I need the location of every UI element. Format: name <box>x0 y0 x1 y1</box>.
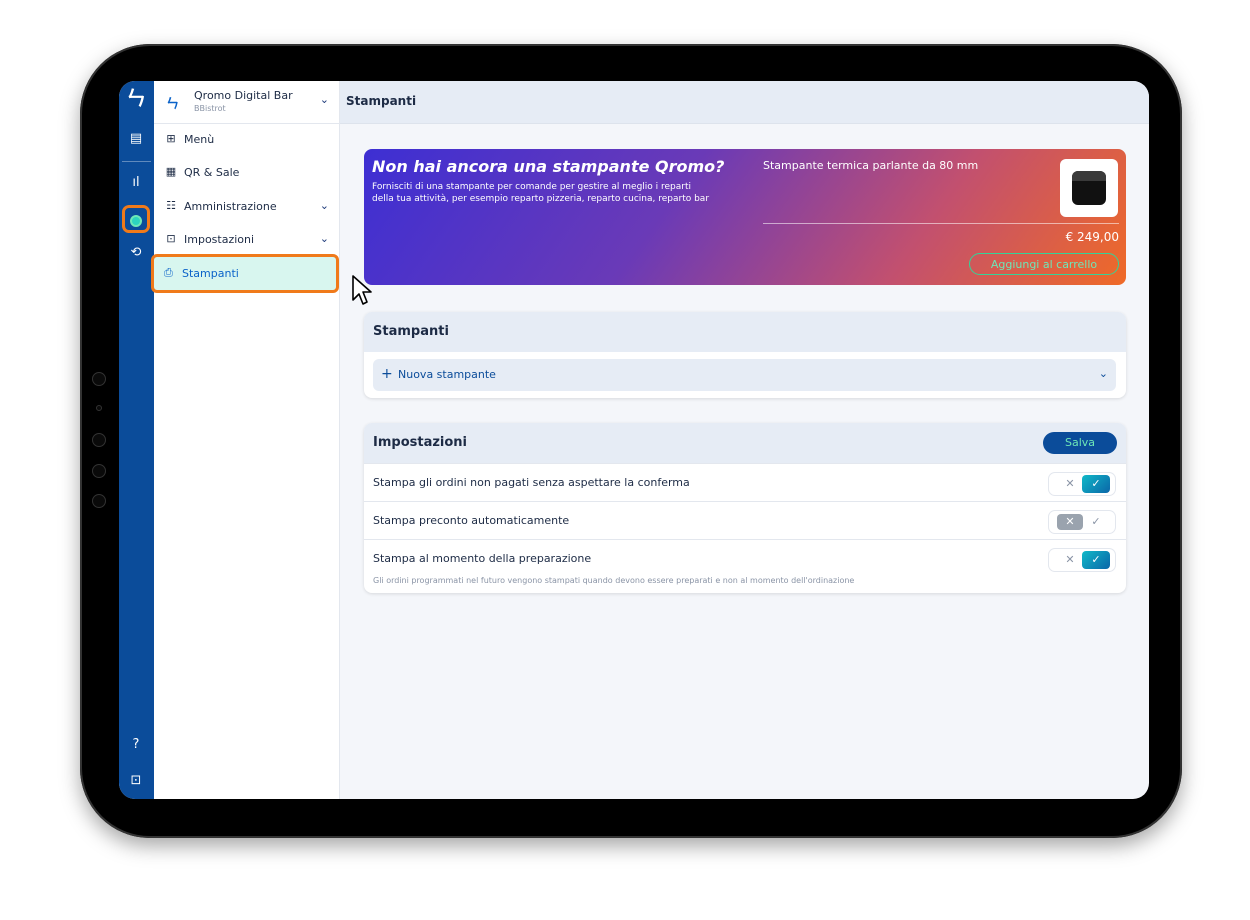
setting-toggle[interactable]: ✕ ✓ <box>1049 549 1115 571</box>
qromo-logo-icon[interactable]: ㄣ <box>125 87 147 109</box>
sidebar-item-qr-sale[interactable]: ▦ QR & Sale <box>154 158 339 188</box>
new-printer-row[interactable]: + Nuova stampante ⌄ <box>373 359 1116 391</box>
sidebar-item-stampanti[interactable]: ⎙ Stampanti <box>151 254 339 293</box>
chevron-down-icon: ⌄ <box>319 199 329 212</box>
sidebar-item-impostazioni[interactable]: ⊡ Impostazioni ⌄ <box>154 225 339 255</box>
settings-rail-icon[interactable] <box>122 205 150 233</box>
printers-card-title: Stampanti <box>373 324 449 339</box>
support-icon[interactable]: ⊡ <box>126 771 146 791</box>
printer-icon: ⎙ <box>164 266 173 279</box>
stats-icon[interactable]: ıl <box>126 173 146 193</box>
menu-book-icon: ⊞ <box>166 132 176 145</box>
promo-banner: Non hai ancora una stampante Qromo? Forn… <box>364 149 1126 285</box>
sidebar-item-menu[interactable]: ⊞ Menù <box>154 125 339 155</box>
setting-row: Stampa preconto automaticamente ✕ ✓ <box>364 501 1126 540</box>
sidebar-item-label: QR & Sale <box>184 166 240 179</box>
setting-label: Stampa gli ordini non pagati senza aspet… <box>373 476 690 489</box>
sensor-dot <box>96 405 102 411</box>
settings-icon: ⊡ <box>166 232 176 245</box>
check-icon: ✓ <box>1082 475 1110 493</box>
close-icon: ✕ <box>1057 514 1083 530</box>
page-title: Stampanti <box>346 94 417 108</box>
check-icon: ✓ <box>1091 515 1101 528</box>
setting-toggle[interactable]: ✕ ✓ <box>1049 511 1115 533</box>
workspace-subtitle: BBistrot <box>194 104 226 113</box>
settings-card-header: Impostazioni Salva <box>364 423 1126 463</box>
close-icon: ✕ <box>1065 477 1075 490</box>
rail-divider <box>122 161 151 162</box>
sidebar-item-label: Amministrazione <box>184 200 277 213</box>
help-icon[interactable]: ? <box>126 735 146 755</box>
integrations-icon[interactable]: ⟲ <box>126 243 146 263</box>
orders-icon[interactable]: ▤ <box>126 129 146 149</box>
add-to-cart-button[interactable]: Aggiungi al carrello <box>969 253 1119 275</box>
promo-heading: Non hai ancora una stampante Qromo? <box>372 157 725 176</box>
main-content: Stampanti Non hai ancora una stampante Q… <box>340 81 1149 799</box>
setting-row: Stampa gli ordini non pagati senza aspet… <box>364 463 1126 502</box>
workspace-logo-icon: ㄣ <box>166 97 180 112</box>
setting-toggle[interactable]: ✕ ✓ <box>1049 473 1115 495</box>
printers-card-header: Stampanti <box>364 312 1126 352</box>
setting-row: Stampa al momento della preparazione Gli… <box>364 539 1126 593</box>
camera-dot <box>92 372 106 386</box>
app-screen: ㄣ ▤ ıl ⟲ ? ⊡ ㄣ Qromo Digital Bar BBistro… <box>119 81 1149 799</box>
sidebar-item-amministrazione[interactable]: ☷ Amministrazione ⌄ <box>154 192 339 222</box>
chevron-down-icon: ⌄ <box>1098 367 1108 380</box>
new-printer-label: Nuova stampante <box>398 368 496 381</box>
camera-dot <box>92 433 106 447</box>
plus-icon: + <box>381 366 393 382</box>
promo-description: Fornisciti di una stampante per comande … <box>372 182 710 204</box>
workspace-name: Qromo Digital Bar <box>194 89 293 102</box>
sidebar-item-label: Impostazioni <box>184 233 255 246</box>
admin-icon: ☷ <box>166 199 176 212</box>
sidebar: ㄣ Qromo Digital Bar BBistrot ⌄ ⊞ Menù ▦ … <box>151 81 372 799</box>
chevron-down-icon: ⌄ <box>319 232 329 245</box>
product-name: Stampante termica parlante da 80 mm <box>763 159 979 172</box>
save-button[interactable]: Salva <box>1043 432 1117 454</box>
setting-label: Stampa al momento della preparazione <box>373 552 592 565</box>
check-icon: ✓ <box>1082 551 1110 569</box>
chevron-down-icon: ⌄ <box>319 93 329 106</box>
sidebar-item-label: Stampanti <box>182 267 239 280</box>
setting-hint: Gli ordini programmati nel futuro vengon… <box>373 576 855 585</box>
sidebar-item-label: Menù <box>184 133 215 146</box>
workspace-selector[interactable]: ㄣ Qromo Digital Bar BBistrot ⌄ <box>154 81 339 124</box>
settings-card: Impostazioni Salva Stampa gli ordini non… <box>364 423 1126 593</box>
printers-card: Stampanti + Nuova stampante ⌄ <box>364 312 1126 398</box>
setting-label: Stampa preconto automaticamente <box>373 514 570 527</box>
settings-card-title: Impostazioni <box>373 435 468 450</box>
close-icon: ✕ <box>1065 553 1075 566</box>
camera-dot <box>92 464 106 478</box>
icon-rail: ㄣ ▤ ıl ⟲ ? ⊡ <box>119 81 154 799</box>
product-price: € 249,00 <box>1065 230 1119 244</box>
top-bar: Stampanti <box>340 81 1149 124</box>
divider <box>763 223 1119 224</box>
printer-product-image <box>1060 159 1118 217</box>
qr-code-icon: ▦ <box>165 165 177 178</box>
camera-dot <box>92 494 106 508</box>
